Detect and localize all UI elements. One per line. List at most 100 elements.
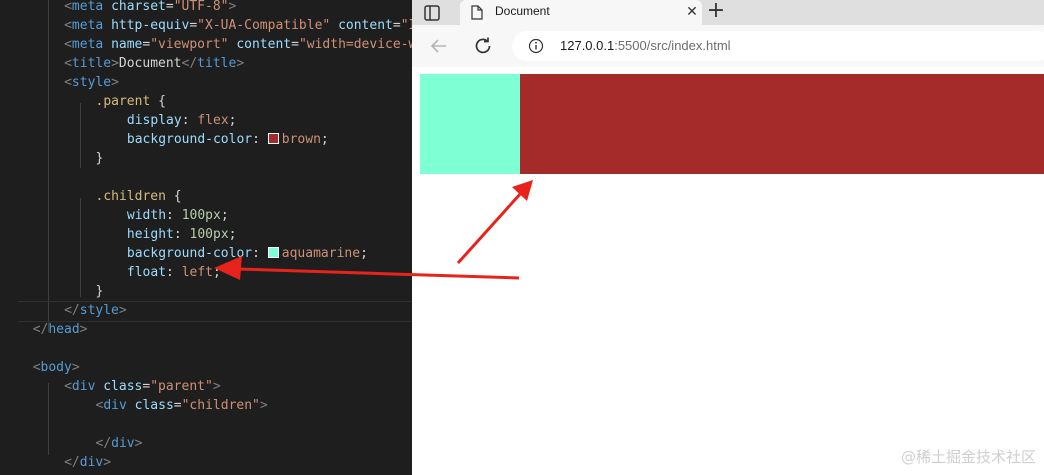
code-token: < <box>32 360 41 375</box>
code-token: "parent" <box>150 379 213 394</box>
code-line[interactable]: </div> <box>64 453 111 472</box>
close-icon[interactable]: ✕ <box>684 3 700 21</box>
tab-actions-icon[interactable] <box>422 3 442 23</box>
code-token: > <box>134 436 143 451</box>
code-token: > <box>259 398 268 413</box>
watermark: @稀土掘金技术社区 <box>900 448 1036 466</box>
code-token: </ <box>95 436 112 451</box>
code-line[interactable]: <title>Document</title> <box>64 54 244 73</box>
code-line[interactable]: background-color: aquamarine; <box>127 244 368 263</box>
info-icon[interactable] <box>528 38 544 58</box>
url-host: 127.0.0.1 <box>560 38 615 53</box>
code-token: > <box>79 322 88 337</box>
code-token: class <box>103 379 143 394</box>
code-line[interactable]: background-color: brown; <box>127 130 329 149</box>
code-token: charset <box>111 0 166 14</box>
code-line[interactable]: <meta name="viewport" content="width=dev… <box>64 35 412 54</box>
code-editor[interactable]: <meta charset="UTF-8"> <meta http-equiv="… <box>0 0 412 475</box>
code-token: </ <box>32 322 49 337</box>
code-token: style <box>71 75 112 90</box>
code-token: http-equiv <box>111 18 190 33</box>
code-token: name <box>111 37 143 52</box>
code-token: = <box>165 0 174 14</box>
code-token: height <box>126 227 174 242</box>
code-token: content <box>338 18 393 33</box>
code-token: style <box>79 303 119 318</box>
code-token: display <box>126 113 182 128</box>
code-line[interactable]: float: left; <box>127 263 221 282</box>
browser-toolbar: 127.0.0.1:5500/src/index.html <box>412 25 1044 67</box>
code-token: > <box>236 56 245 71</box>
code-token: brown <box>281 132 321 147</box>
code-token: < <box>64 75 72 90</box>
code-line[interactable]: } <box>96 282 104 301</box>
indent-guide <box>80 103 81 168</box>
code-token: < <box>64 0 72 14</box>
code-line[interactable]: <div class="parent"> <box>64 377 221 396</box>
code-token: < <box>64 18 72 33</box>
reload-icon[interactable] <box>472 35 494 57</box>
code-token: width <box>126 208 167 223</box>
new-tab-button[interactable]: + <box>705 0 727 23</box>
code-token: = <box>189 18 198 33</box>
code-token: background-color <box>126 246 253 261</box>
code-line[interactable]: width: 100px; <box>127 206 229 225</box>
code-token: ; <box>360 246 368 261</box>
code-token: : <box>166 208 182 223</box>
code-token: > <box>103 455 112 470</box>
color-swatch-icon[interactable] <box>267 133 279 144</box>
code-token: meta <box>71 0 104 14</box>
code-token: div <box>111 436 135 451</box>
browser-tab[interactable]: Document ✕ <box>460 0 702 25</box>
code-token: > <box>111 56 119 71</box>
code-line[interactable]: </div> <box>96 434 143 453</box>
code-token: ; <box>228 113 237 128</box>
code-token: background-color <box>126 132 253 147</box>
code-token: meta <box>71 18 104 33</box>
code-token: < <box>64 37 72 52</box>
code-token: > <box>118 303 127 318</box>
color-swatch-icon[interactable] <box>267 247 279 258</box>
code-token: .children <box>95 189 166 204</box>
code-token: > <box>71 360 80 375</box>
code-line[interactable]: .parent { <box>96 92 166 111</box>
code-line[interactable]: </style> <box>64 301 127 320</box>
page-viewport <box>412 67 1044 475</box>
code-token: > <box>228 0 237 14</box>
code-token: "children" <box>181 398 260 413</box>
tab-title: Document <box>495 4 550 18</box>
address-bar[interactable]: 127.0.0.1:5500/src/index.html <box>512 31 1044 61</box>
code-token: </ <box>64 455 80 470</box>
code-line[interactable]: </head> <box>33 320 88 339</box>
code-line[interactable]: } <box>96 149 104 168</box>
code-token: ; <box>213 265 221 280</box>
code-token: = <box>173 398 182 413</box>
code-line[interactable]: display: flex; <box>127 111 237 130</box>
code-token: </ <box>64 303 80 318</box>
code-token: } <box>95 284 104 299</box>
code-token: > <box>212 379 221 394</box>
code-line[interactable]: <body> <box>33 358 80 377</box>
code-token: = <box>392 18 401 33</box>
indent-guide <box>48 383 49 455</box>
code-line[interactable]: <meta http-equiv="X-UA-Compatible" conte… <box>64 16 412 35</box>
code-line[interactable]: <meta charset="UTF-8"> <box>64 0 236 16</box>
code-token: </ <box>181 56 198 71</box>
code-token: { <box>165 189 182 204</box>
code-token: < <box>64 379 72 394</box>
code-line[interactable]: <div class="children"> <box>96 396 268 415</box>
code-line[interactable]: <style> <box>64 73 119 92</box>
code-token: } <box>95 151 104 166</box>
code-token: aquamarine <box>281 246 361 261</box>
back-arrow-icon[interactable] <box>428 35 450 57</box>
code-token: > <box>111 75 119 90</box>
code-token: 100px <box>181 208 221 223</box>
url-text: 127.0.0.1:5500/src/index.html <box>560 38 731 53</box>
code-line[interactable]: .children { <box>96 187 182 206</box>
indent-guide <box>80 198 81 297</box>
code-token: : <box>173 227 190 242</box>
code-line[interactable]: height: 100px; <box>127 225 237 244</box>
